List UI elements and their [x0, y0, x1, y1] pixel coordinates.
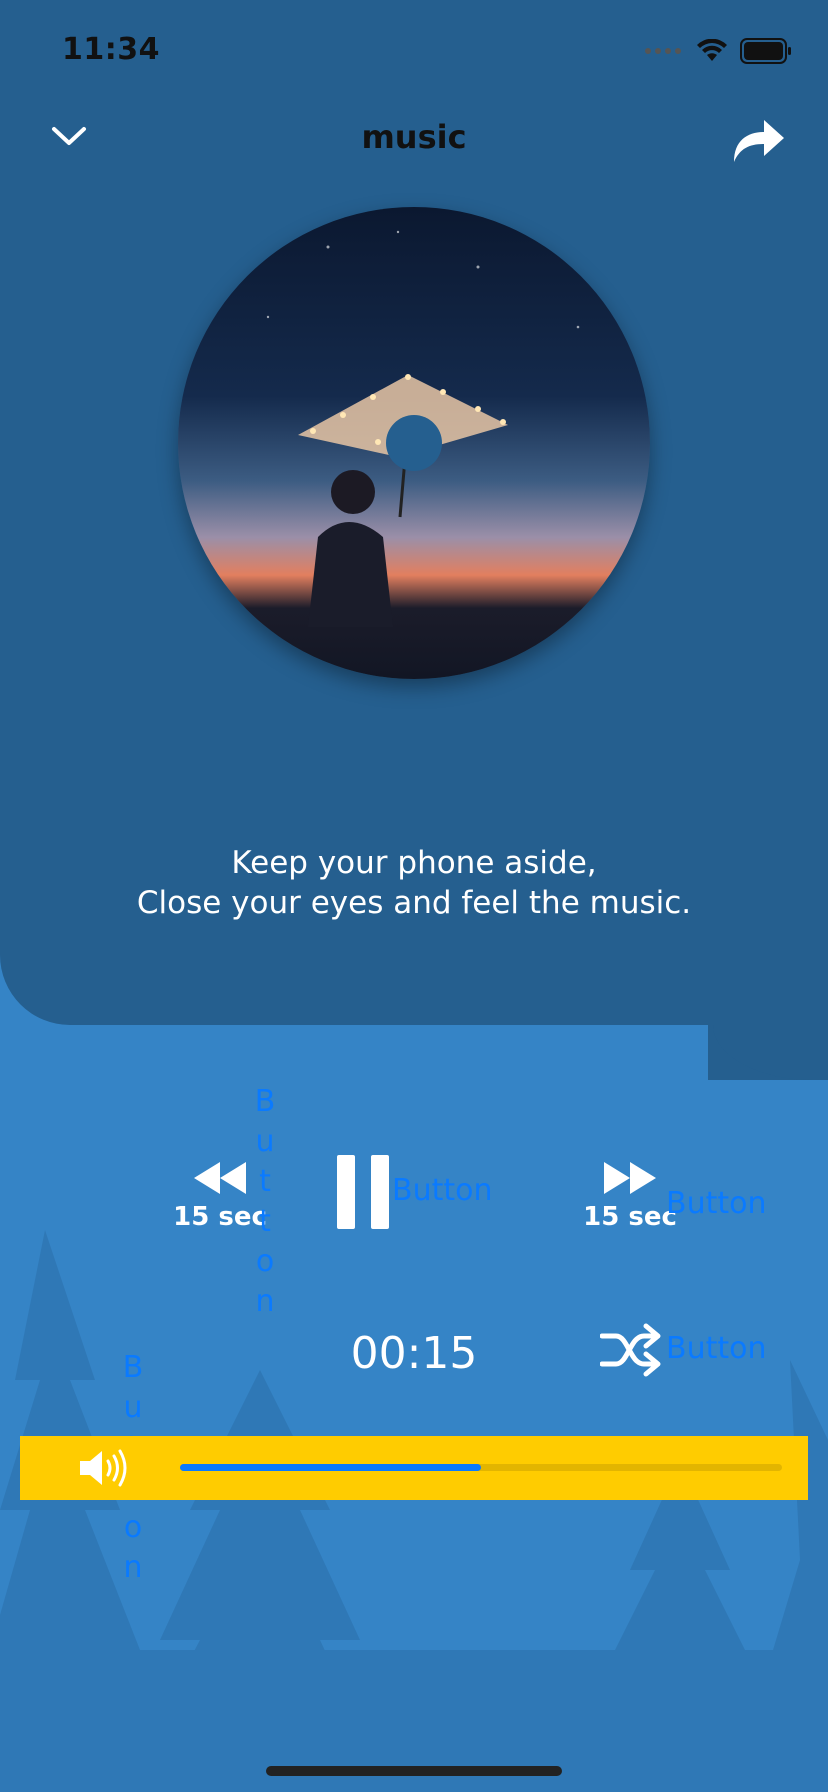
vertical-char: n [255, 1284, 275, 1319]
forward-placeholder-button[interactable]: Button [666, 1186, 767, 1221]
vertical-char: o [255, 1244, 275, 1279]
volume-slider[interactable] [180, 1464, 782, 1471]
vertical-placeholder-button[interactable]: B u t t o n [250, 1082, 280, 1322]
pause-icon [337, 1155, 389, 1229]
vertical-char: o [123, 1510, 143, 1545]
share-icon[interactable] [730, 116, 786, 164]
vertical-char: t [259, 1204, 271, 1239]
home-indicator [266, 1766, 562, 1776]
rewind-icon [194, 1162, 246, 1194]
battery-icon [740, 38, 791, 64]
vertical-char: B [122, 1350, 144, 1385]
album-art-disc [178, 207, 650, 679]
message-line-2: Close your eyes and feel the music. [136, 885, 692, 921]
disc-center-hole [386, 415, 442, 471]
pause-placeholder-button[interactable]: Button [392, 1173, 493, 1208]
volume-bar [20, 1436, 808, 1500]
speaker-volume-icon [80, 1449, 127, 1487]
shuffle-icon[interactable] [600, 1322, 662, 1378]
shuffle-placeholder-button[interactable]: Button [666, 1331, 767, 1366]
message-line-1: Keep your phone aside, [231, 845, 597, 881]
vertical-char: B [254, 1084, 276, 1119]
vertical-char: u [255, 1124, 275, 1159]
volume-slider-fill [180, 1464, 481, 1471]
page-title: music [361, 118, 467, 156]
forward-15-button[interactable]: 15 sec [580, 1160, 680, 1232]
forward-label: 15 sec [583, 1202, 677, 1232]
vertical-char: n [123, 1550, 143, 1585]
pause-button[interactable] [335, 1155, 391, 1229]
fast-forward-icon [604, 1162, 656, 1194]
instruction-message: Keep your phone aside, Close your eyes a… [0, 843, 828, 923]
vertical-char: u [123, 1390, 143, 1425]
wifi-icon [697, 39, 727, 61]
signal-icon [645, 48, 681, 54]
status-time: 11:34 [62, 32, 160, 67]
status-icons [644, 38, 792, 64]
player-screen: 11:34 music Keep your phone aside, Close… [0, 0, 828, 1792]
vertical-char: t [259, 1164, 271, 1199]
